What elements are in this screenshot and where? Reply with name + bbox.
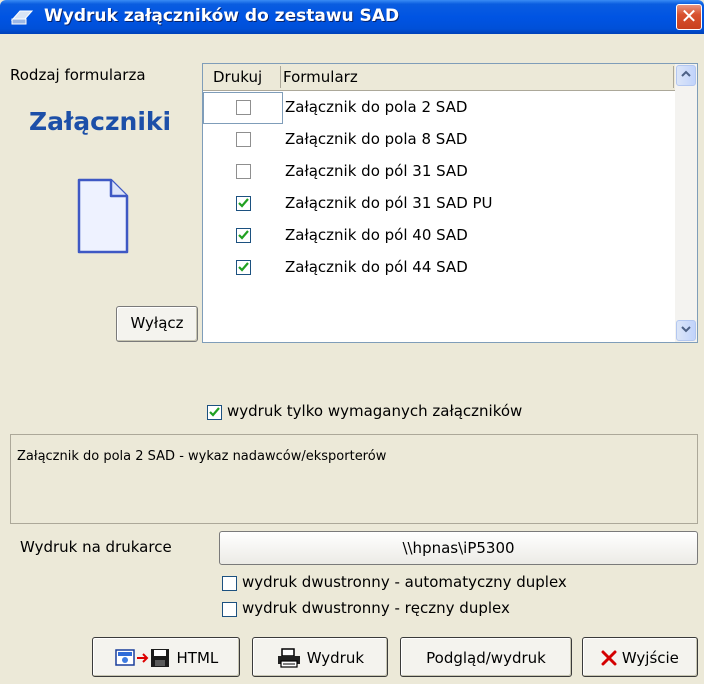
check-icon xyxy=(238,198,249,208)
chevron-up-icon xyxy=(681,70,691,77)
row-checkbox[interactable] xyxy=(236,132,251,147)
form-type-label: Rodzaj formularza xyxy=(10,66,146,84)
close-button[interactable]: ✕ xyxy=(676,4,702,30)
required-only-label[interactable]: wydruk tylko wymaganych załączników xyxy=(227,402,522,420)
close-icon xyxy=(601,650,617,665)
disable-button[interactable]: Wyłącz xyxy=(116,306,198,342)
form-name: Załącznik do pól 40 SAD xyxy=(285,226,468,244)
description-panel: Załącznik do pola 2 SAD - wykaz nadawców… xyxy=(10,434,698,524)
row-checkbox[interactable] xyxy=(236,260,251,275)
form-name: Załącznik do pól 31 SAD PU xyxy=(285,194,493,212)
window-title: Wydruk załączników do zestawu SAD xyxy=(44,6,400,26)
duplex-auto-checkbox[interactable] xyxy=(222,576,237,591)
print-button[interactable]: Wydruk xyxy=(252,637,388,677)
check-icon xyxy=(238,230,249,240)
check-icon xyxy=(209,407,220,417)
required-only-checkbox[interactable] xyxy=(207,405,222,420)
row-checkbox[interactable] xyxy=(236,228,251,243)
table-row[interactable]: Załącznik do pól 40 SAD xyxy=(203,220,675,252)
scroll-up-button[interactable] xyxy=(676,65,696,86)
row-checkbox[interactable] xyxy=(236,100,251,115)
print-button-label: Wydruk xyxy=(306,648,365,667)
column-header-form[interactable]: Formularz xyxy=(283,68,358,86)
row-checkbox[interactable] xyxy=(236,164,251,179)
html-button-label: HTML xyxy=(176,648,219,667)
export-html-button[interactable]: HTML xyxy=(92,637,240,677)
table-row[interactable]: Załącznik do pola 2 SAD xyxy=(203,92,675,124)
preview-button-label: Podgląd/wydruk xyxy=(426,648,546,667)
column-header-print[interactable]: Drukuj xyxy=(213,68,262,86)
printer-label: Wydruk na drukarce xyxy=(20,538,172,556)
table-row[interactable]: Załącznik do pól 31 SAD PU xyxy=(203,188,675,220)
table-row[interactable]: Załącznik do pól 31 SAD xyxy=(203,156,675,188)
duplex-manual-label[interactable]: wydruk dwustronny - ręczny duplex xyxy=(242,599,510,617)
printer-icon xyxy=(277,647,300,668)
exit-button-label: Wyjście xyxy=(621,648,679,667)
form-name: Załącznik do pól 31 SAD xyxy=(285,162,468,180)
printer-app-icon xyxy=(10,10,34,25)
row-checkbox[interactable] xyxy=(236,196,251,211)
table-row[interactable]: Załącznik do pola 8 SAD xyxy=(203,124,675,156)
attachments-heading: Załączniki xyxy=(29,107,172,136)
scroll-down-button[interactable] xyxy=(676,320,696,341)
form-name: Załącznik do pola 8 SAD xyxy=(285,130,468,148)
exit-button[interactable]: Wyjście xyxy=(582,637,698,677)
duplex-manual-checkbox[interactable] xyxy=(222,602,237,617)
form-name: Załącznik do pól 44 SAD xyxy=(285,258,468,276)
table-row[interactable]: Załącznik do pól 44 SAD xyxy=(203,252,675,284)
print-attachments-dialog: Wydruk załączników do zestawu SAD ✕ Rodz… xyxy=(0,0,704,684)
chevron-down-icon xyxy=(681,326,691,333)
check-icon xyxy=(238,262,249,272)
preview-print-button[interactable]: Podgląd/wydruk xyxy=(400,637,572,677)
document-icon xyxy=(77,178,129,254)
table-header: Drukuj Formularz xyxy=(203,64,675,91)
printer-select-button[interactable]: \\hpnas\iP5300 xyxy=(219,531,698,565)
description-text: Załącznik do pola 2 SAD - wykaz nadawców… xyxy=(17,449,387,464)
duplex-auto-label[interactable]: wydruk dwustronny - automatyczny duplex xyxy=(242,573,567,591)
export-html-icon xyxy=(114,648,169,667)
table-scrollbar[interactable] xyxy=(675,64,697,342)
form-name: Załącznik do pola 2 SAD xyxy=(285,98,468,116)
title-bar[interactable]: Wydruk załączników do zestawu SAD ✕ xyxy=(0,0,704,34)
attachments-table: Drukuj Formularz Załącznik do pola 2 SAD… xyxy=(202,63,698,343)
